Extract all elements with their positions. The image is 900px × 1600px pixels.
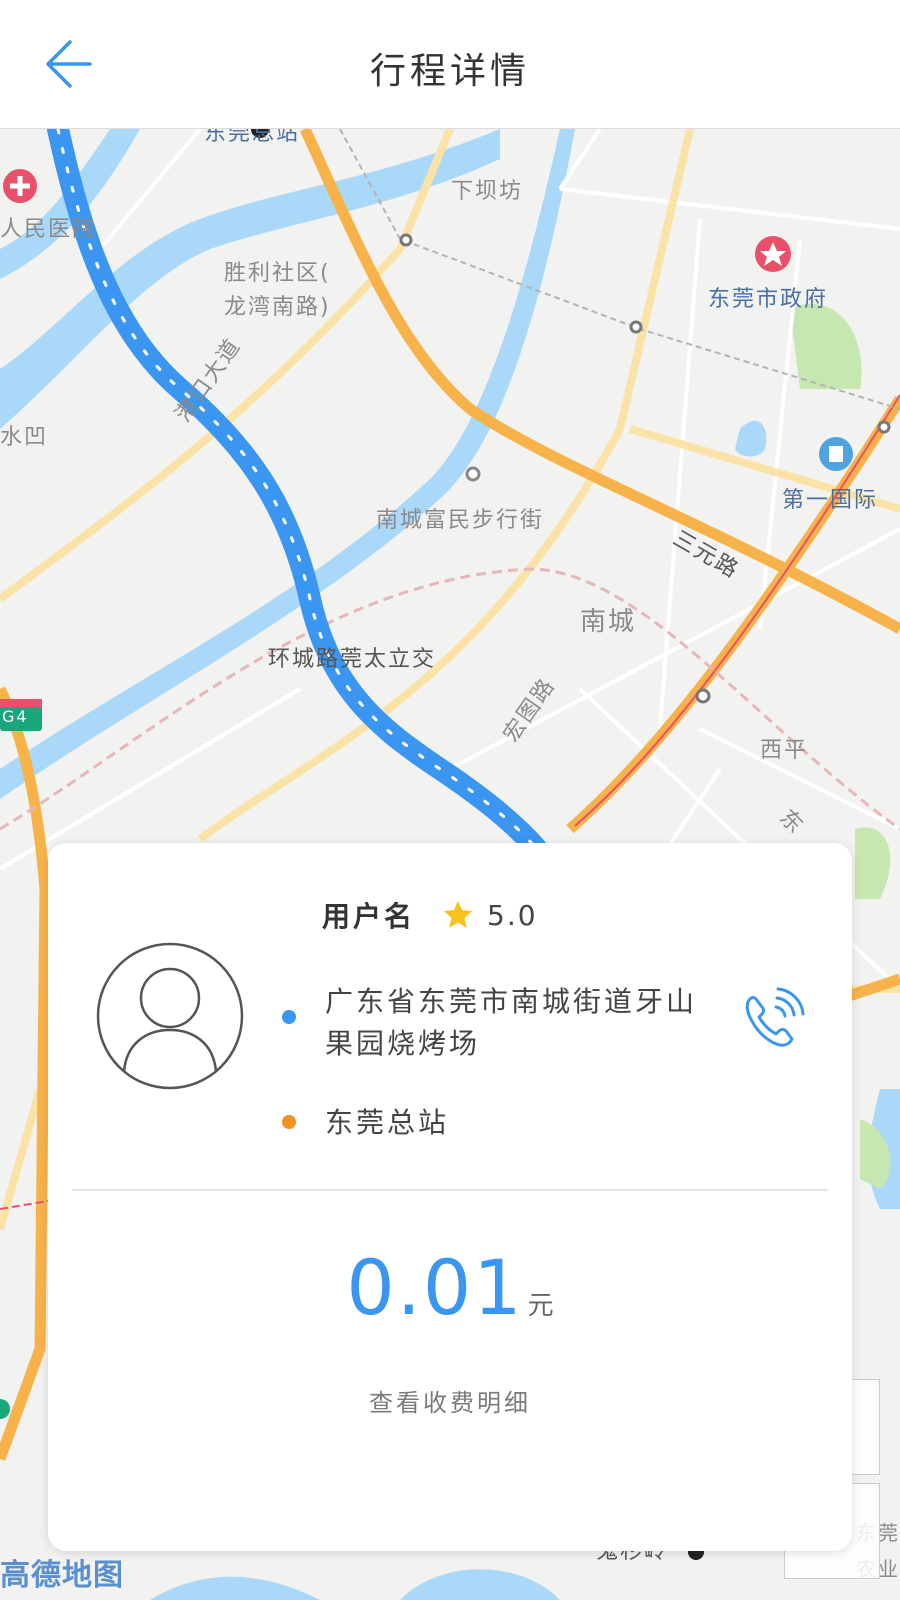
avatar-icon [96,942,244,1090]
map-label-longwan: 龙湾南路) [224,295,331,320]
map-label-shengli: 胜利社区( [224,261,331,286]
user-name: 用户名 [322,900,416,933]
map-label-shuiao: 水凹 [0,425,49,450]
star-icon [443,900,473,928]
start-address: 广东省东莞市南城街道牙山果园烧烤场 [325,985,698,1060]
fare-row: 0.01 元 [48,1243,852,1332]
fee-detail-link[interactable]: 查看收费明细 [48,1383,852,1418]
map-label-nancheng: 南城 [580,607,637,637]
map-brand-logo: 高德地图 [0,1558,124,1593]
call-button[interactable] [736,983,808,1055]
map-label-hospital: 人民医院 [0,217,97,242]
card-divider [72,1189,828,1191]
map-label-street: 南城富民步行街 [376,508,545,533]
start-point-dot [282,1010,296,1024]
phone-icon [745,987,805,1047]
map-label-gov: 东莞市政府 [708,287,829,312]
fare-unit: 元 [527,1291,554,1321]
map-label-station-top: 东莞总站 [204,129,301,146]
end-point-dot [282,1115,296,1129]
user-rating: 5.0 [487,898,538,932]
fare-amount: 0.01 [346,1243,524,1332]
map-label-guoji: 第一国际 [782,488,879,513]
trip-detail-card: 用户名 5.0 广东省东莞市南城街道牙山果园烧烤场 东莞总站 0.01 元 查看收… [48,843,852,1551]
end-address: 东莞总站 [325,1106,450,1139]
map-label-xiabafang: 下坝坊 [451,179,524,204]
app-header: 行程详情 [0,0,900,129]
map-label-g4: G4 [2,707,29,726]
user-info-row: 用户名 5.0 [322,895,538,935]
map-label-xiping: 西平 [760,738,809,763]
page-title: 行程详情 [369,51,530,92]
map-label-interchange: 环城路莞太立交 [268,647,437,672]
